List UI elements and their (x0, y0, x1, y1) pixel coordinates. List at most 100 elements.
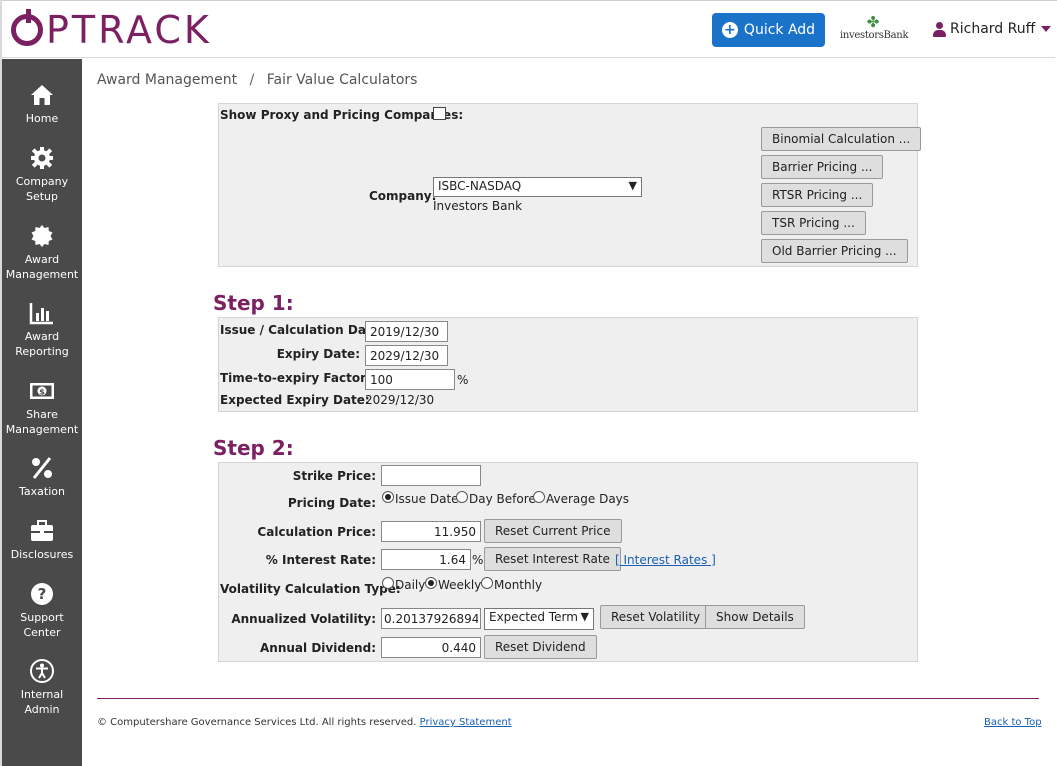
interest-rates-link[interactable]: [ Interest Rates ] (615, 553, 716, 567)
footer-copyright: © Computershare Governance Services Ltd.… (97, 717, 512, 728)
barrier-pricing-button[interactable]: Barrier Pricing ... (761, 155, 884, 179)
sidebar-item-award-management[interactable]: Award Management (2, 224, 82, 282)
privacy-statement-link[interactable]: Privacy Statement (420, 717, 512, 728)
annualized-volatility-input[interactable] (381, 608, 481, 629)
volatility-daily-radio[interactable] (382, 577, 394, 589)
expected-expiry-label: Expected Expiry Date: (220, 393, 370, 407)
time-factor-input[interactable] (365, 369, 455, 390)
user-name: Richard Ruff (950, 21, 1036, 37)
clover-icon: ✤ (866, 13, 880, 31)
time-factor-label: Time-to-expiry Factor: (220, 371, 371, 385)
sidebar-item-disclosures[interactable]: Disclosures (2, 519, 82, 562)
sidebar-item-share-management[interactable]: $ Share Management (2, 379, 82, 437)
sidebar-item-label: Award Management (5, 253, 79, 281)
logo-text: PTRACK (46, 8, 212, 52)
interest-rate-input[interactable] (381, 549, 471, 570)
volatility-term-value: Expected Term (489, 610, 578, 624)
annualized-volatility-label: Annualized Volatility: (231, 612, 376, 626)
binomial-calculation-button[interactable]: Binomial Calculation ... (761, 127, 922, 151)
sidebar-item-label: Taxation (19, 485, 65, 498)
time-factor-unit: % (457, 373, 469, 387)
sidebar-item-company-setup[interactable]: Company Setup (2, 146, 82, 204)
optrack-logo[interactable]: PTRACK (11, 8, 212, 52)
briefcase-icon (29, 519, 55, 543)
percent-icon (29, 456, 55, 480)
issue-date-input[interactable] (365, 321, 448, 342)
company-select[interactable]: ISBC-NASDAQ ▼ (433, 177, 642, 197)
chevron-down-icon: ▼ (580, 610, 589, 623)
user-menu[interactable]: Richard Ruff (933, 19, 1052, 39)
expiry-date-input[interactable] (365, 345, 448, 366)
sidebar-item-label: Support Center (20, 611, 64, 639)
show-details-button[interactable]: Show Details (705, 605, 805, 629)
volatility-daily-label: Daily (395, 578, 426, 592)
copyright-text: © Computershare Governance Services Ltd.… (97, 717, 417, 728)
step2-panel: Strike Price: Pricing Date: Issue Date D… (218, 462, 918, 662)
breadcrumb-current: Fair Value Calculators (266, 72, 418, 88)
svg-text:?: ? (38, 585, 47, 603)
sidebar-item-home[interactable]: Home (2, 83, 82, 126)
sidebar-item-award-reporting[interactable]: Award Reporting (2, 301, 82, 359)
reset-interest-rate-button[interactable]: Reset Interest Rate (484, 547, 621, 571)
annual-dividend-input[interactable] (381, 637, 481, 658)
chevron-down-icon: ▼ (628, 179, 637, 192)
company-label: Company: (369, 189, 437, 203)
step1-panel: Issue / Calculation Date: Expiry Date: T… (218, 317, 918, 412)
sidebar-item-taxation[interactable]: Taxation (2, 456, 82, 499)
pricing-average-days-radio[interactable] (533, 491, 545, 503)
volatility-type-label: Volatility Calculation Type: (220, 582, 401, 596)
reset-dividend-button[interactable]: Reset Dividend (484, 635, 597, 659)
sidebar-item-label: Disclosures (10, 548, 74, 561)
logo-o-mark (11, 9, 43, 46)
tsr-pricing-button[interactable]: TSR Pricing ... (761, 211, 866, 235)
sidebar-item-label: Internal Admin (20, 688, 64, 716)
home-icon (29, 83, 55, 107)
volatility-weekly-label: Weekly (438, 578, 482, 592)
company-select-value: ISBC-NASDAQ (438, 179, 522, 193)
volatility-monthly-label: Monthly (494, 578, 543, 592)
accessibility-icon (29, 659, 55, 683)
reset-volatility-button[interactable]: Reset Volatility (600, 605, 712, 629)
sidebar-item-label: Share Management (5, 408, 79, 436)
issue-date-label: Issue / Calculation Date: (220, 323, 385, 337)
reset-current-price-button[interactable]: Reset Current Price (484, 519, 622, 543)
strike-price-label: Strike Price: (292, 469, 376, 483)
sidebar-item-support-center[interactable]: ? Support Center (2, 582, 82, 640)
pricing-issue-date-radio[interactable] (382, 491, 394, 503)
volatility-monthly-radio[interactable] (481, 577, 493, 589)
back-to-top-link[interactable]: Back to Top (984, 717, 1042, 728)
breadcrumb-separator: / (249, 72, 255, 88)
bar-chart-icon (29, 301, 55, 325)
volatility-term-select[interactable]: Expected Term ▼ (484, 608, 594, 630)
pricing-day-before-radio[interactable] (456, 491, 468, 503)
top-header: PTRACK + Quick Add ✤ investorsBank Richa… (2, 1, 1055, 58)
pricing-date-label: Pricing Date: (287, 496, 376, 510)
sidebar-item-internal-admin[interactable]: Internal Admin (2, 659, 82, 717)
plus-circle-icon: + (721, 22, 738, 38)
interest-rate-label: % Interest Rate: (265, 553, 376, 567)
expected-expiry-value: 2029/12/30 (365, 393, 435, 407)
volatility-weekly-radio[interactable] (425, 577, 437, 589)
calc-price-input[interactable] (381, 521, 481, 542)
breadcrumb-award-management[interactable]: Award Management (97, 72, 237, 88)
footer-divider (97, 698, 1039, 699)
badge-icon (29, 224, 55, 248)
svg-text:$: $ (39, 388, 45, 397)
quick-add-label: Quick Add (743, 22, 816, 38)
client-logo: ✤ investorsBank (840, 13, 909, 45)
strike-price-input[interactable] (381, 465, 481, 486)
company-panel: Show Proxy and Pricing Companies: Compan… (218, 103, 922, 267)
old-barrier-pricing-button[interactable]: Old Barrier Pricing ... (761, 239, 908, 263)
sidebar-item-label: Award Reporting (15, 330, 69, 358)
step1-title: Step 1: (213, 291, 294, 315)
question-icon: ? (29, 582, 55, 606)
caret-down-icon (1041, 26, 1052, 32)
show-proxy-checkbox[interactable] (433, 107, 446, 120)
pricing-average-days-label: Average Days (546, 492, 630, 506)
step2-title: Step 2: (213, 436, 294, 460)
rtsr-pricing-button[interactable]: RTSR Pricing ... (761, 183, 874, 207)
window-left-border (0, 0, 2, 766)
gear-icon (29, 146, 55, 170)
interest-rate-unit: % (472, 553, 484, 567)
quick-add-button[interactable]: + Quick Add (712, 13, 825, 47)
